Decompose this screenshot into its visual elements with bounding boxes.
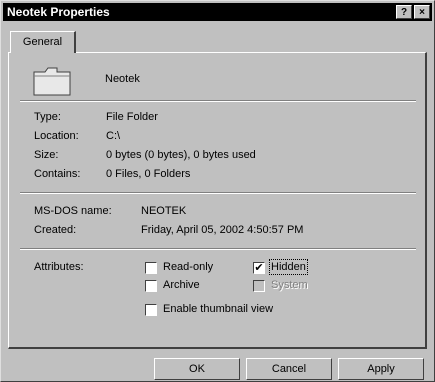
separator-2 [20, 192, 416, 194]
read-only-label[interactable]: Read-only [163, 261, 213, 273]
ok-button[interactable]: OK [154, 358, 240, 380]
separator-3 [20, 248, 416, 250]
type-value: File Folder [106, 111, 158, 123]
read-only-checkbox[interactable] [145, 262, 157, 274]
hidden-label[interactable]: Hidden [269, 259, 308, 275]
system-checkbox [253, 280, 265, 292]
thumbnail-label[interactable]: Enable thumbnail view [163, 303, 273, 315]
type-label: Type: [34, 111, 61, 123]
created-value: Friday, April 05, 2002 4:50:57 PM [141, 224, 304, 236]
created-label: Created: [34, 224, 77, 236]
thumbnail-checkbox[interactable] [145, 304, 157, 316]
tab-general[interactable]: General [10, 31, 76, 53]
cancel-button[interactable]: Cancel [246, 358, 332, 380]
msdos-name-label: MS-DOS name: [34, 205, 112, 217]
hidden-checkbox[interactable]: ✔ [253, 262, 265, 274]
location-label: Location: [34, 130, 79, 142]
contains-label: Contains: [34, 168, 81, 180]
archive-checkbox[interactable] [145, 280, 157, 292]
separator-1 [20, 100, 416, 102]
apply-button[interactable]: Apply [338, 358, 424, 380]
archive-label[interactable]: Archive [163, 279, 200, 291]
title-bar[interactable]: Neotek Properties ? × [3, 3, 432, 21]
close-button[interactable]: × [414, 5, 430, 19]
msdos-name-value: NEOTEK [141, 205, 187, 217]
folder-name: Neotek [105, 73, 140, 85]
system-label: System [271, 279, 308, 291]
location-value: C:\ [106, 130, 121, 142]
attributes-label: Attributes: [34, 261, 84, 273]
help-button[interactable]: ? [396, 5, 412, 19]
folder-icon [33, 67, 71, 96]
contains-value: 0 Files, 0 Folders [106, 168, 191, 180]
window-title: Neotek Properties [7, 5, 110, 19]
size-value: 0 bytes (0 bytes), 0 bytes used [106, 149, 256, 161]
size-label: Size: [34, 149, 59, 161]
tab-general-label: General [22, 36, 63, 48]
